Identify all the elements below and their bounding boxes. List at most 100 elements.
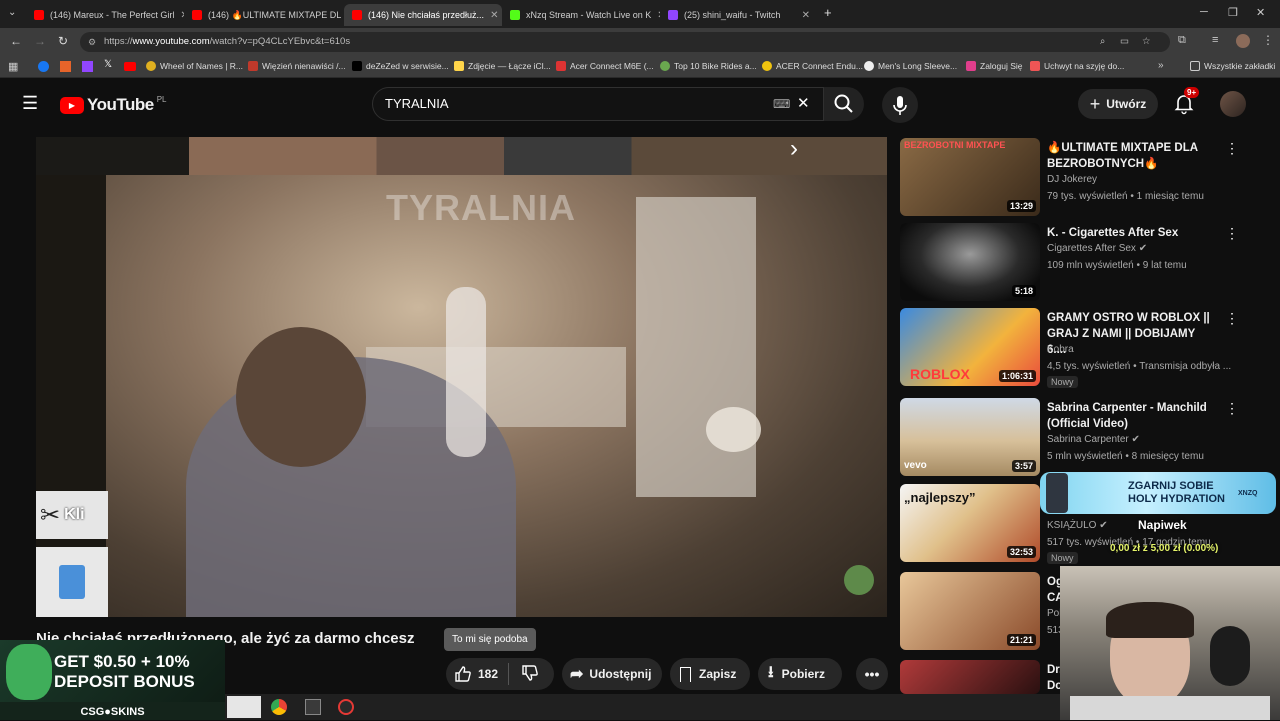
close-tab-icon[interactable]: ✕ bbox=[651, 10, 660, 21]
address-bar[interactable]: ⚙ https://www.youtube.com/watch?v=pQ4CLc… bbox=[80, 32, 1170, 52]
video-thumbnail[interactable] bbox=[900, 660, 1040, 694]
video-title[interactable]: Sabrina Carpenter - Manchild (Official V… bbox=[1047, 400, 1217, 432]
hamburger-menu-icon[interactable]: ☰ bbox=[22, 93, 38, 114]
cast-icon[interactable]: ▭ bbox=[1120, 32, 1129, 52]
video-thumbnail[interactable]: ROBLOX 1:06:31 bbox=[900, 308, 1040, 386]
terminal-taskbar-icon[interactable] bbox=[305, 699, 321, 715]
recommendation-card[interactable]: 5:18 K. - Cigarettes After Sex Cigarette… bbox=[900, 223, 1275, 303]
share-button[interactable]: ➦ Udostępnij bbox=[562, 658, 662, 690]
youtube-logo[interactable]: ▶ YouTube PL bbox=[60, 95, 167, 115]
bookmark-label: Zdjęcie — Łącze iCl... bbox=[468, 61, 551, 71]
profile-avatar[interactable] bbox=[1236, 34, 1250, 48]
save-button[interactable]: Zapisz bbox=[670, 658, 750, 690]
video-player[interactable]: TYRALNIA › ✂ Kli bbox=[36, 137, 887, 617]
video-title[interactable]: 🔥ULTIMATE MIXTAPE DLA BEZROBOTNYCH🔥 bbox=[1047, 140, 1217, 172]
twitch-bookmark-icon[interactable] bbox=[82, 61, 93, 72]
more-vertical-icon[interactable]: ⋮ bbox=[1225, 310, 1239, 327]
dislike-button[interactable] bbox=[509, 664, 539, 685]
more-vertical-icon[interactable]: ⋮ bbox=[1225, 225, 1239, 242]
zoom-icon[interactable]: ⌕ bbox=[1100, 32, 1105, 52]
restore-icon[interactable]: ❐ bbox=[1228, 6, 1238, 19]
acer-icon bbox=[762, 61, 772, 71]
tab-list-icon[interactable]: ≡ bbox=[1212, 34, 1218, 46]
next-chevron-icon[interactable]: › bbox=[790, 137, 798, 163]
taskbar-app-blank[interactable] bbox=[227, 696, 261, 718]
calculator-icon[interactable] bbox=[36, 547, 108, 617]
video-thumbnail[interactable]: 5:18 bbox=[900, 223, 1040, 301]
new-tab-icon[interactable]: + bbox=[824, 5, 832, 20]
forward-icon[interactable]: → bbox=[34, 34, 46, 48]
video-thumbnail[interactable]: 21:21 bbox=[900, 572, 1040, 650]
channel-watermark-icon[interactable] bbox=[844, 565, 874, 595]
browser-tab-1[interactable]: (146) Mareux - The Perfect Girl ✕ bbox=[26, 4, 184, 26]
recommendation-card[interactable]: ROBLOX 1:06:31 GRAMY OSTRO W ROBLOX || G… bbox=[900, 308, 1275, 388]
recommendation-card[interactable]: BEZROBOTNI MIXTAPE 13:29 🔥ULTIMATE MIXTA… bbox=[900, 138, 1275, 218]
site-info-icon[interactable]: ⚙ bbox=[88, 32, 96, 52]
video-meta: 5 mln wyświetleń • 8 miesięcy temu bbox=[1047, 451, 1204, 462]
facebook-bookmark-icon[interactable] bbox=[38, 61, 49, 72]
search-input[interactable]: TYRALNIA ⌨ ✕ bbox=[372, 87, 824, 121]
bookmark-item[interactable]: Acer Connect M6E (... bbox=[556, 61, 654, 71]
back-icon[interactable]: ← bbox=[10, 34, 22, 48]
x-bookmark-icon[interactable]: 𝕏 bbox=[104, 59, 112, 70]
more-actions-button[interactable]: ••• bbox=[856, 658, 888, 690]
video-thumbnail[interactable]: BEZROBOTNI MIXTAPE 13:29 bbox=[900, 138, 1040, 216]
like-button[interactable]: 182 bbox=[446, 665, 508, 683]
browser-menu-icon[interactable]: ⋮ bbox=[1262, 33, 1274, 47]
voice-search-button[interactable] bbox=[882, 87, 918, 123]
browser-tab-2[interactable]: (146) 🔥ULTIMATE MIXTAPE DL ✕ bbox=[184, 4, 342, 26]
channel-name[interactable]: Kobra bbox=[1047, 344, 1074, 355]
extensions-icon[interactable]: ⧉ bbox=[1178, 34, 1186, 47]
create-button[interactable]: + Utwórz bbox=[1078, 89, 1158, 119]
more-bookmarks-icon[interactable]: » bbox=[1158, 60, 1164, 71]
clear-search-icon[interactable]: ✕ bbox=[797, 88, 810, 120]
reload-icon[interactable]: ↻ bbox=[58, 34, 68, 48]
channel-name[interactable]: Cigarettes After Sex ✔ bbox=[1047, 243, 1147, 254]
obs-taskbar-icon[interactable] bbox=[338, 699, 354, 715]
browser-tab-4[interactable]: xNzq Stream - Watch Live on K ✕ bbox=[502, 4, 660, 26]
youtube-favicon-icon bbox=[34, 10, 44, 20]
channel-name[interactable]: Sabrina Carpenter ✔ bbox=[1047, 434, 1140, 445]
close-window-icon[interactable]: ✕ bbox=[1256, 6, 1265, 19]
minimize-icon[interactable]: ─ bbox=[1200, 6, 1208, 18]
browser-tab-3[interactable]: (146) Nie chciałaś przedłuż... ✕ bbox=[344, 4, 502, 26]
video-thumbnail[interactable]: „najlepszy” 32:53 bbox=[900, 484, 1040, 562]
video-duration: 3:57 bbox=[1011, 460, 1036, 472]
download-button[interactable]: ⭳ Pobierz bbox=[758, 658, 842, 690]
video-thumbnail[interactable]: vevo 3:57 bbox=[900, 398, 1040, 476]
bookmark-item[interactable]: Więzień nienawiści /... bbox=[248, 61, 346, 71]
bookmark-item[interactable]: Zaloguj Się bbox=[966, 61, 1023, 71]
bike-icon bbox=[660, 61, 670, 71]
video-title[interactable]: K. - Cigarettes After Sex bbox=[1047, 225, 1217, 241]
recommendation-card[interactable]: vevo 3:57 Sabrina Carpenter - Manchild (… bbox=[900, 398, 1275, 478]
video-frame-top-strip bbox=[36, 137, 887, 175]
search-button[interactable] bbox=[824, 87, 864, 121]
all-bookmarks[interactable]: Wszystkie zakładki bbox=[1190, 61, 1275, 71]
close-tab-icon[interactable]: ✕ bbox=[484, 10, 498, 21]
account-avatar[interactable] bbox=[1220, 91, 1246, 117]
bookmark-icon[interactable] bbox=[60, 61, 71, 72]
channel-name[interactable]: KSIĄŻULO ✔ bbox=[1047, 520, 1108, 531]
bookmark-item[interactable]: Zdjęcie — Łącze iCl... bbox=[454, 61, 551, 71]
close-tab-icon[interactable]: ✕ bbox=[341, 10, 342, 21]
channel-name[interactable]: DJ Jokerey bbox=[1047, 174, 1097, 185]
bookmark-item[interactable]: Men's Long Sleeve... bbox=[864, 61, 957, 71]
bookmark-item[interactable]: Wheel of Names | R... bbox=[146, 61, 243, 71]
more-vertical-icon[interactable]: ⋮ bbox=[1225, 140, 1239, 157]
clip-button[interactable]: ✂ Kli bbox=[36, 491, 108, 539]
apps-icon[interactable]: ▦ bbox=[8, 60, 18, 73]
chrome-taskbar-icon[interactable] bbox=[271, 699, 287, 715]
browser-tab-5[interactable]: (25) shini_waifu - Twitch ✕ bbox=[660, 4, 818, 26]
bookmark-item[interactable]: ACER Connect Endu... bbox=[762, 61, 863, 71]
youtube-bookmark-icon[interactable] bbox=[124, 62, 136, 71]
keyboard-icon[interactable]: ⌨ bbox=[773, 88, 790, 120]
close-tab-icon[interactable]: ✕ bbox=[174, 10, 184, 21]
notifications-button[interactable]: 9+ bbox=[1172, 87, 1200, 117]
bookmark-item[interactable]: Top 10 Bike Rides a... bbox=[660, 61, 757, 71]
bookmark-item[interactable]: Uchwyt na szyję do... bbox=[1030, 61, 1124, 71]
tab-search-icon[interactable]: ⌄ bbox=[8, 7, 16, 18]
more-vertical-icon[interactable]: ⋮ bbox=[1225, 400, 1239, 417]
bookmark-item[interactable]: deZeZed w serwisie... bbox=[352, 61, 449, 71]
bookmark-star-icon[interactable]: ☆ bbox=[1142, 32, 1151, 52]
close-tab-icon[interactable]: ✕ bbox=[796, 10, 810, 21]
